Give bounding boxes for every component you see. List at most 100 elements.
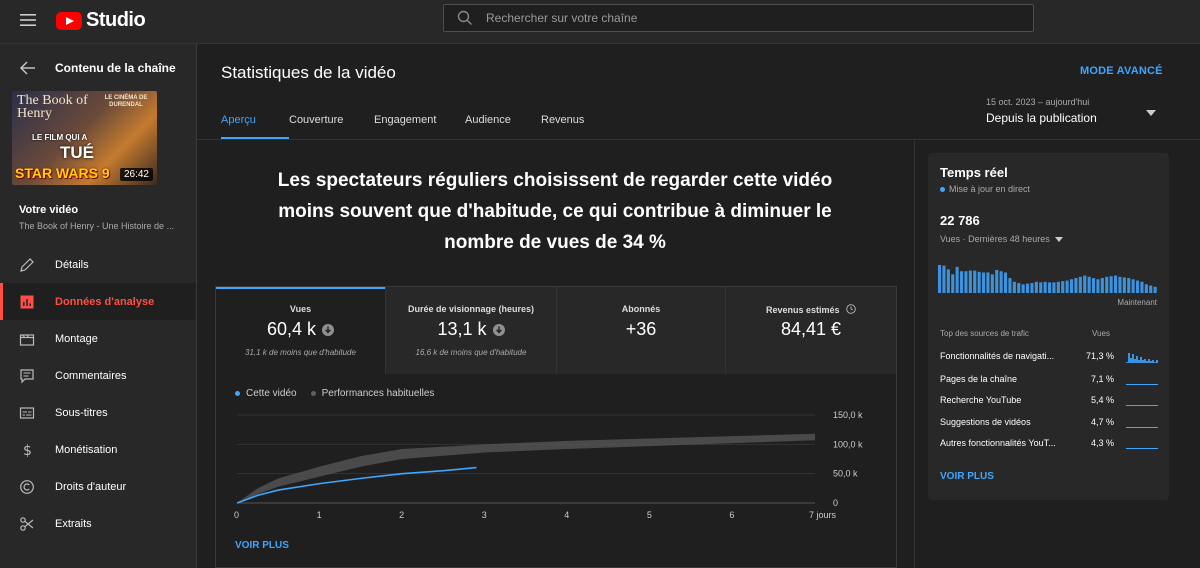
x-axis-tick-label: 0 [234,510,239,520]
advanced-mode-button[interactable]: MODE AVANCÉ [1080,65,1163,77]
legend-label: Performances habituelles [321,388,435,399]
sidebar-item-monetization[interactable]: $ Monétisation [0,431,196,468]
realtime-bar [995,269,999,293]
date-range-selector[interactable]: Depuis la publication [986,111,1097,125]
clapper-icon [18,330,36,348]
metric-value-container: 13,1 k [386,319,556,340]
sidebar: Contenu de la chaîne The Book of Henry L… [0,44,197,568]
realtime-bar [1034,281,1038,293]
realtime-bar [1136,280,1140,293]
realtime-panel: Temps réel Mise à jour en direct 22 786 … [928,153,1169,500]
video-thumbnail[interactable]: The Book of Henry LE CINÉMA DE DURENDAL … [12,91,157,185]
sidebar-item-label: Montage [55,332,98,345]
realtime-bar [999,271,1003,293]
sidebar-item-analytics[interactable]: Données d'analyse [0,283,196,320]
sidebar-item-label: Extraits [55,517,92,530]
traffic-source-percent: 4,7 % [1090,417,1114,427]
views-chart[interactable]: 0 50,0 k 100,0 k 150,0 k 0 1 2 3 4 5 6 7 jours [216,402,896,527]
sidebar-item-label: Détails [55,258,89,271]
top-bar: Studio [0,0,1200,44]
sidebar-item-subtitles[interactable]: Sous-titres [0,394,196,431]
legend-item-typical: Performances habituelles [310,388,435,399]
sidebar-item-copyright[interactable]: Droits d'auteur [0,468,196,505]
traffic-views-header: Vues [1092,329,1110,338]
sidebar-item-label: Droits d'auteur [55,480,127,493]
metric-label-container: Revenus estimés [726,304,896,315]
menu-icon[interactable] [19,11,37,29]
sidebar-item-editor[interactable]: Montage [0,320,196,357]
search-bar[interactable] [443,4,1034,32]
metric-value: +36 [625,319,657,339]
x-axis-tick-label: 7 jours [809,510,837,520]
realtime-bar [973,270,977,293]
sidebar-item-label: Commentaires [55,369,127,382]
realtime-bar [1144,284,1148,293]
realtime-bar [1083,275,1087,293]
search-input[interactable] [486,11,1006,25]
video-title: The Book of Henry - Une Histoire de ... [19,221,175,231]
metric-views[interactable]: Vues 60,4 k 31,1 k de moins que d'habitu… [216,287,386,374]
clock-icon [846,304,856,314]
traffic-source-sparkline [1126,427,1158,428]
thumbnail-text-starwars: STAR WARS 9 [15,165,110,181]
tab-engagement[interactable]: Engagement [374,114,465,140]
youtube-studio-logo[interactable]: Studio [56,9,146,32]
traffic-source-row[interactable]: Fonctionnalités de navigati... 71,3 % [928,349,1169,369]
realtime-live-indicator: Mise à jour en direct [940,184,1030,194]
traffic-source-name: Autres fonctionnalités YouT... [940,438,1056,448]
realtime-bar [1061,281,1065,293]
scissors-icon [18,515,36,533]
realtime-bar [968,270,972,293]
back-to-content-button[interactable]: Contenu de la chaîne [0,58,197,78]
sidebar-item-comments[interactable]: Commentaires [0,357,196,394]
realtime-bar [1105,276,1109,293]
realtime-bar [1153,286,1157,293]
realtime-bar [1008,278,1012,293]
realtime-bar-chart[interactable] [938,263,1158,293]
metric-value: 84,41 € [780,319,842,339]
traffic-source-row[interactable]: Autres fonctionnalités YouT... 4,3 % [928,436,1169,456]
tab-overview[interactable]: Aperçu [221,114,289,140]
realtime-bar [1021,284,1025,293]
realtime-bar [1056,281,1060,293]
realtime-bar [1004,272,1008,293]
divider [914,140,915,568]
analytics-tabs: Aperçu Couverture Engagement Audience Re… [221,114,601,140]
see-more-button[interactable]: VOIR PLUS [235,540,289,551]
metric-label: Abonnés [621,304,661,314]
realtime-bar [1052,282,1056,293]
subtitles-icon [18,404,36,422]
metric-revenue[interactable]: Revenus estimés 84,41 € [726,287,896,374]
traffic-source-row[interactable]: Suggestions de vidéos 4,7 % [928,415,1169,435]
realtime-see-more-button[interactable]: VOIR PLUS [940,471,994,482]
traffic-source-row[interactable]: Pages de la chaîne 7,1 % [928,372,1169,392]
insight-headline: Les spectateurs réguliers choisissent de… [277,170,833,253]
traffic-source-row[interactable]: Recherche YouTube 5,4 % [928,393,1169,413]
realtime-bar [1039,282,1043,293]
y-axis-tick-label: 50,0 k [833,469,858,479]
y-axis-tick-label: 150,0 k [833,410,863,420]
metric-label: Revenus estimés [765,305,840,315]
tab-revenue[interactable]: Revenus [541,114,601,140]
realtime-bar [1122,277,1126,293]
metric-subscribers[interactable]: Abonnés +36 [557,287,726,374]
realtime-view-count: 22 786 [940,213,980,228]
metrics-card: Vues 60,4 k 31,1 k de moins que d'habitu… [215,286,897,568]
logo-text: Studio [86,9,146,31]
realtime-period-selector[interactable]: Vues · Dernières 48 heures [940,234,1063,244]
metric-watch-time[interactable]: Durée de visionnage (heures) 13,1 k 16,6… [386,287,557,374]
sidebar-item-details[interactable]: Détails [0,246,196,283]
sidebar-item-clips[interactable]: Extraits [0,505,196,542]
realtime-bar [1065,280,1069,293]
caret-down-icon[interactable] [1146,110,1156,116]
caret-down-icon [1054,236,1063,242]
realtime-title: Temps réel [940,165,1008,180]
tab-reach[interactable]: Couverture [289,114,374,140]
tab-audience[interactable]: Audience [465,114,541,140]
realtime-bar [938,265,942,293]
pencil-icon [18,256,36,274]
realtime-bar [977,271,981,293]
x-axis-tick-label: 5 [647,510,652,520]
copyright-icon [18,478,36,496]
realtime-bar [982,272,986,293]
